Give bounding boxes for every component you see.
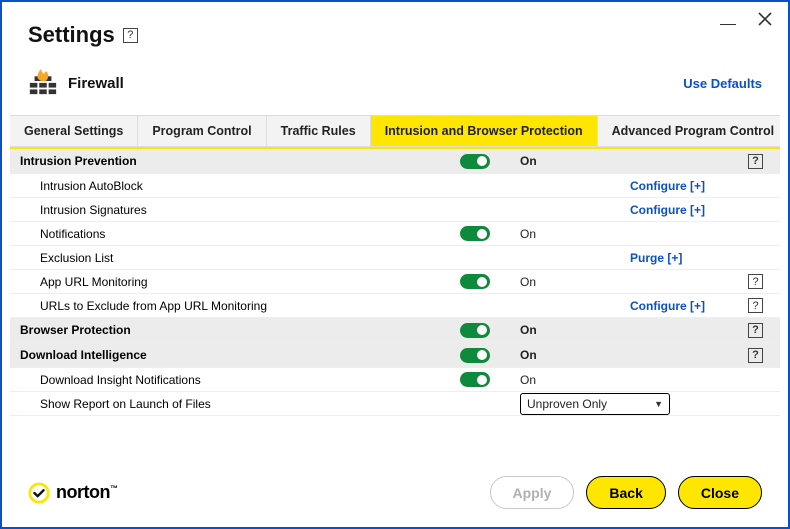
row-urls-exclude: URLs to Exclude from App URL Monitoring … [10,294,780,318]
configure-link[interactable]: Configure [+] [630,203,740,217]
row-show-report: Show Report on Launch of Files Unproven … [10,392,780,416]
section-label: Download Intelligence [20,348,460,362]
section-browser-protection: Browser Protection On ? [10,318,780,343]
help-icon[interactable]: ? [748,323,763,338]
download-intelligence-toggle[interactable] [460,348,490,363]
row-label: Intrusion Signatures [20,203,460,217]
purge-link[interactable]: Purge [+] [630,251,740,265]
help-icon[interactable]: ? [123,28,138,43]
tab-intrusion-browser-protection[interactable]: Intrusion and Browser Protection [371,116,598,146]
help-icon[interactable]: ? [748,298,763,313]
row-exclusion-list: Exclusion List Purge [+] [10,246,780,270]
download-intelligence-state: On [520,348,630,362]
help-icon[interactable]: ? [748,154,763,169]
help-icon[interactable]: ? [748,348,763,363]
section-label: Browser Protection [20,323,460,337]
row-label: URLs to Exclude from App URL Monitoring [20,299,460,313]
section-title: Firewall [68,75,124,92]
window-controls [720,12,772,31]
use-defaults-link[interactable]: Use Defaults [683,76,762,91]
row-label: Intrusion AutoBlock [20,179,460,193]
section-label: Intrusion Prevention [20,154,460,168]
minimize-button[interactable] [720,24,736,26]
back-button[interactable]: Back [586,476,665,509]
row-intrusion-autoblock: Intrusion AutoBlock Configure [+] [10,174,780,198]
page-title: Settings [28,22,115,48]
configure-link[interactable]: Configure [+] [630,299,740,313]
settings-rows: Intrusion Prevention On ? Intrusion Auto… [10,149,780,416]
footer: norton™ Apply Back Close [2,462,788,527]
brand-text: norton™ [56,482,117,503]
chevron-down-icon: ▼ [654,399,663,409]
row-label: App URL Monitoring [20,275,460,289]
row-label: Download Insight Notifications [20,373,460,387]
app-url-toggle[interactable] [460,274,490,289]
section-intrusion-prevention: Intrusion Prevention On ? [10,149,780,174]
apply-button: Apply [490,476,575,509]
titlebar: Settings ? [2,2,788,52]
help-icon[interactable]: ? [748,274,763,289]
browser-protection-toggle[interactable] [460,323,490,338]
row-notifications: Notifications On [10,222,780,246]
insight-notifications-state: On [520,373,630,387]
tab-general-settings[interactable]: General Settings [10,116,138,146]
intrusion-prevention-state: On [520,154,630,168]
settings-window: Settings ? Firewall Use Defaults General… [0,0,790,529]
firewall-icon [28,66,58,101]
show-report-select[interactable]: Unproven Only ▼ [520,393,670,415]
insight-notifications-toggle[interactable] [460,372,490,387]
notifications-toggle[interactable] [460,226,490,241]
close-button[interactable]: Close [678,476,762,509]
row-app-url-monitoring: App URL Monitoring On ? [10,270,780,294]
row-label: Exclusion List [20,251,460,265]
check-circle-icon [28,482,50,504]
select-value: Unproven Only [527,397,607,411]
notifications-state: On [520,227,630,241]
intrusion-prevention-toggle[interactable] [460,154,490,169]
subheader: Firewall Use Defaults [2,52,788,115]
tab-advanced-program-control[interactable]: Advanced Program Control [598,116,789,146]
browser-protection-state: On [520,323,630,337]
row-download-insight-notifications: Download Insight Notifications On [10,368,780,392]
norton-logo: norton™ [28,482,117,504]
app-url-state: On [520,275,630,289]
row-label: Show Report on Launch of Files [20,397,460,411]
section-download-intelligence: Download Intelligence On ? [10,343,780,368]
tab-program-control[interactable]: Program Control [138,116,266,146]
row-intrusion-signatures: Intrusion Signatures Configure [+] [10,198,780,222]
row-label: Notifications [20,227,460,241]
configure-link[interactable]: Configure [+] [630,179,740,193]
close-window-button[interactable] [758,12,772,31]
tab-bar: General Settings Program Control Traffic… [10,115,780,147]
tab-traffic-rules[interactable]: Traffic Rules [267,116,371,146]
